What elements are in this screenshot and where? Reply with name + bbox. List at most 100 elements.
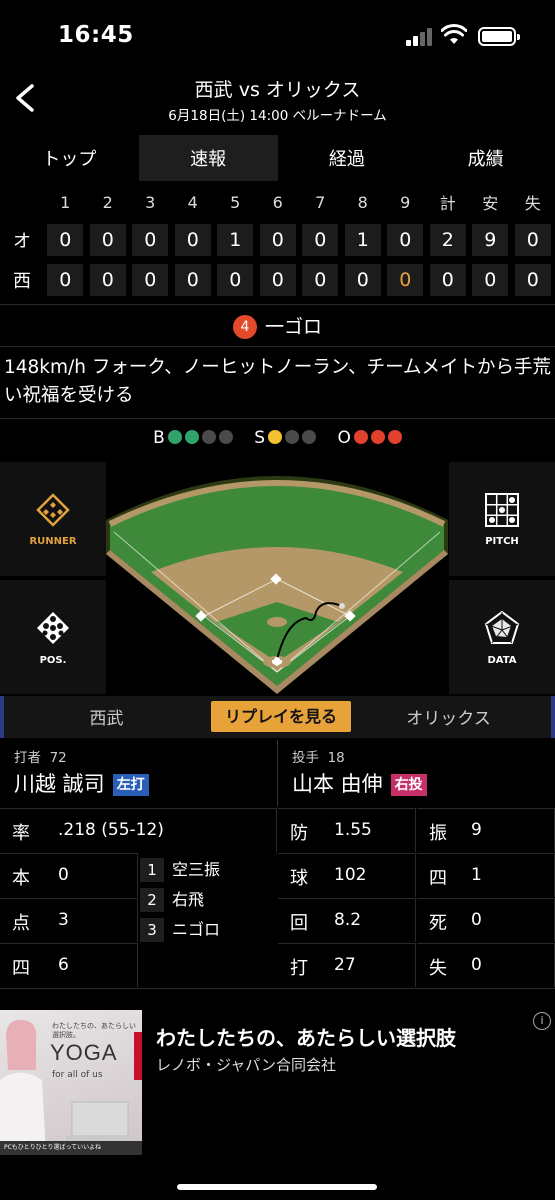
out-dot bbox=[387, 430, 402, 444]
pitcher-pitches-cell: 球 102 bbox=[278, 853, 416, 897]
strike-count: S bbox=[254, 428, 317, 448]
home-team-tab[interactable]: 西武 bbox=[4, 704, 209, 729]
status-bar: 16:45 bbox=[0, 0, 555, 70]
status-time: 16:45 bbox=[58, 22, 134, 48]
inning-header: 2 bbox=[102, 192, 113, 212]
score-cell: 0 bbox=[259, 264, 296, 296]
score-cell: 0 bbox=[302, 224, 339, 256]
errors-header: 失 bbox=[524, 194, 541, 213]
pitcher-hand-badge: 右投 bbox=[390, 774, 427, 796]
score-cell: 1 bbox=[344, 224, 381, 256]
hits-header: 安 bbox=[482, 194, 499, 213]
runner-button[interactable]: RUNNER bbox=[0, 462, 106, 576]
away-team-tab[interactable]: オリックス bbox=[346, 704, 551, 729]
batter-rbi: 3 bbox=[58, 910, 69, 930]
pos-label: POS. bbox=[39, 654, 67, 666]
inning-header: 8 bbox=[357, 192, 368, 212]
score-row-away: オ 0 0 0 0 1 0 0 1 0 2 9 0 bbox=[0, 220, 555, 260]
ad-small-text: わたしたちの、あたらしい選択肢。 bbox=[52, 1022, 136, 1039]
ball-dot bbox=[218, 430, 233, 444]
errors-cell: 0 bbox=[514, 224, 551, 256]
team-bar: 西武 リプレイを見る オリックス bbox=[0, 696, 555, 738]
pitcher-er: 0 bbox=[471, 955, 482, 975]
inning-header: 9 bbox=[400, 192, 411, 212]
data-label: DATA bbox=[487, 654, 517, 666]
pos-button[interactable]: POS. bbox=[0, 580, 106, 694]
pitcher-bb-cell: 四1 bbox=[417, 853, 555, 897]
batter-name[interactable]: 川越 誠司 bbox=[14, 772, 105, 796]
data-button[interactable]: DATA bbox=[449, 580, 555, 694]
score-cell: 0 bbox=[174, 264, 211, 296]
cellular-signal-icon bbox=[406, 28, 434, 46]
score-cell: 0 bbox=[89, 264, 126, 296]
batter-number: 72 bbox=[49, 750, 67, 766]
strike-dot bbox=[268, 430, 283, 444]
replay-button[interactable]: リプレイを見る bbox=[211, 701, 351, 732]
strike-dot bbox=[302, 430, 317, 444]
errors-cell: 0 bbox=[514, 264, 551, 296]
inning-header: 3 bbox=[145, 192, 156, 212]
out-count: O bbox=[337, 428, 402, 448]
ad-image[interactable]: わたしたちの、あたらしい選択肢。 YOGA for all of us Leno… bbox=[0, 1010, 142, 1155]
pitcher-name[interactable]: 山本 由伸 bbox=[292, 772, 383, 796]
score-cell: 0 bbox=[259, 224, 296, 256]
pitcher-er-cell: 失0 bbox=[417, 943, 555, 987]
ad-banner[interactable]: わたしたちの、あたらしい選択肢。 YOGA for all of us Leno… bbox=[0, 1008, 555, 1155]
score-cell: 0 bbox=[344, 264, 381, 296]
pitch-grid-icon bbox=[485, 492, 519, 527]
runner-label: RUNNER bbox=[29, 535, 77, 547]
baseball-field bbox=[106, 462, 448, 694]
pitcher-so-cell: 振9 bbox=[417, 808, 555, 852]
batter-label: 打者 bbox=[14, 750, 41, 766]
total-header: 計 bbox=[439, 194, 456, 213]
game-title: 西武 vs オリックス bbox=[194, 79, 361, 101]
tab-top[interactable]: トップ bbox=[0, 135, 139, 181]
position-icon bbox=[37, 611, 69, 644]
at-bat-item: 3 ニゴロ bbox=[140, 916, 276, 946]
total-cell: 0 bbox=[429, 264, 466, 296]
ad-tagline: for all of us bbox=[52, 1070, 103, 1080]
batter-avg: .218 (55-12) bbox=[58, 820, 164, 840]
batter-rbi-cell: 点3 bbox=[0, 898, 138, 942]
pitcher-ip-cell: 回 8.2 bbox=[278, 898, 416, 942]
scoreboard-header: 1 2 3 4 5 6 7 8 9 計 安 失 bbox=[0, 184, 555, 220]
inning-header: 6 bbox=[272, 192, 283, 212]
score-cell-current: 0 bbox=[387, 264, 424, 296]
count-indicator: B S O bbox=[0, 428, 555, 448]
at-bat-item: 1 空三振 bbox=[140, 856, 276, 886]
ad-title[interactable]: わたしたちの、あたらしい選択肢 bbox=[156, 1022, 456, 1051]
pitcher-so: 9 bbox=[471, 820, 482, 840]
tab-bar: トップ 速報 経過 成績 bbox=[0, 135, 555, 181]
inning-header: 4 bbox=[187, 192, 198, 212]
radar-chart-icon bbox=[484, 610, 520, 644]
hits-cell: 9 bbox=[472, 224, 509, 256]
tab-stats[interactable]: 成績 bbox=[416, 135, 555, 181]
ad-info-icon[interactable]: i bbox=[533, 1012, 551, 1030]
pitcher-number: 18 bbox=[327, 750, 345, 766]
score-cell: 0 bbox=[47, 264, 84, 296]
hits-cell: 0 bbox=[472, 264, 509, 296]
inning-header: 7 bbox=[315, 192, 326, 212]
team-abbr: 西 bbox=[13, 271, 31, 292]
pitcher-label: 投手 bbox=[292, 750, 319, 766]
divider bbox=[0, 346, 555, 347]
pitcher-bb: 1 bbox=[471, 865, 482, 885]
at-bat-item: 2 右飛 bbox=[140, 886, 276, 916]
scoreboard: 1 2 3 4 5 6 7 8 9 計 安 失 オ 0 0 0 0 1 0 0 … bbox=[0, 184, 555, 300]
ad-company: レノボ・ジャパン合同会社 bbox=[156, 1056, 337, 1074]
tab-progress[interactable]: 経過 bbox=[278, 135, 417, 181]
out-label: O bbox=[337, 428, 351, 448]
ball-dot bbox=[184, 430, 199, 444]
pitch-button[interactable]: PITCH bbox=[449, 462, 555, 576]
batter-bb-cell: 四6 bbox=[0, 943, 138, 987]
inning-header: 1 bbox=[60, 192, 71, 212]
pitcher-bf: 27 bbox=[334, 955, 356, 975]
score-cell: 0 bbox=[217, 264, 254, 296]
tab-live[interactable]: 速報 bbox=[138, 135, 278, 181]
home-indicator[interactable] bbox=[177, 1184, 377, 1190]
inning-header: 5 bbox=[230, 192, 241, 212]
ball-dot bbox=[167, 430, 182, 444]
strike-label: S bbox=[254, 428, 266, 448]
total-cell: 2 bbox=[429, 224, 466, 256]
batter-info: 打者 72 川越 誠司 左打 bbox=[0, 740, 277, 806]
